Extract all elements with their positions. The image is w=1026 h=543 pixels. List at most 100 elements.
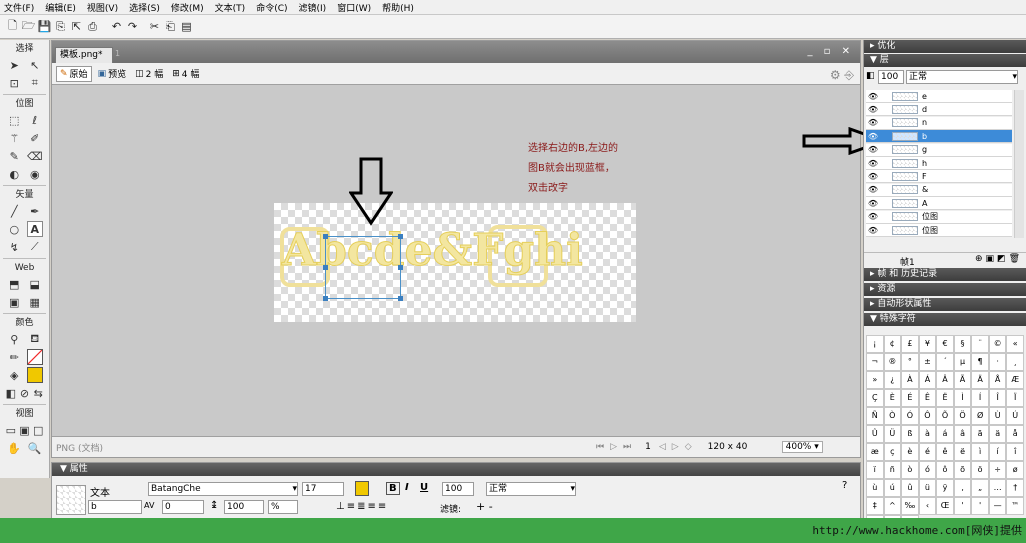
special-char-cell[interactable]: ã (971, 425, 989, 443)
bold-button[interactable]: B (386, 482, 400, 495)
special-char-cell[interactable]: § (953, 335, 972, 353)
special-char-cell[interactable]: å (1006, 425, 1024, 443)
special-char-cell[interactable]: ® (883, 353, 902, 371)
full-screen-icon[interactable]: □ (31, 422, 45, 438)
swap-colors-icon[interactable]: ⇆ (31, 385, 45, 401)
eye-icon[interactable]: 👁 (866, 199, 880, 208)
special-char-cell[interactable]: ö (971, 461, 989, 479)
layer-row[interactable]: 👁 n (866, 116, 1012, 130)
font-size-field[interactable]: 17 (302, 482, 344, 496)
special-char-cell[interactable]: Í (971, 389, 989, 407)
quick-export-icon[interactable]: ⚙ ⎆ (830, 68, 854, 83)
menu-item[interactable]: 文件(F) (4, 1, 34, 14)
leading-unit-select[interactable]: % (268, 500, 298, 514)
special-char-cell[interactable]: Â (936, 371, 954, 389)
menu-item[interactable]: 编辑(E) (45, 1, 76, 14)
special-char-cell[interactable]: ë (953, 443, 972, 461)
special-char-cell[interactable]: ß (901, 425, 919, 443)
export-icon[interactable]: ⇱ (69, 19, 84, 34)
special-char-cell[interactable]: „ (971, 479, 989, 497)
stroke-color-icon[interactable]: ✏ (6, 349, 22, 365)
special-char-cell[interactable]: Ù (988, 407, 1007, 425)
special-char-cell[interactable]: « (1006, 335, 1024, 353)
special-char-cell[interactable]: Ñ (866, 407, 884, 425)
font-family-select[interactable]: BatangChe ▾ (148, 482, 298, 496)
stroke-swatch[interactable] (26, 349, 43, 365)
add-filter-icon[interactable]: + - (476, 500, 493, 513)
special-char-cell[interactable]: Õ (936, 407, 954, 425)
special-char-cell[interactable]: ´ (936, 353, 954, 371)
print-icon[interactable]: ⎙ (85, 19, 100, 34)
save-icon[interactable]: 💾 (37, 19, 52, 34)
special-char-cell[interactable]: ì (971, 443, 989, 461)
playback-controls[interactable]: ⏮▷⏭ (596, 442, 637, 452)
special-char-cell[interactable]: ‚ (953, 479, 972, 497)
crop-icon[interactable]: ⌗ (27, 75, 43, 91)
eye-icon[interactable]: 👁 (866, 145, 880, 154)
opacity-field[interactable]: 100 (442, 482, 474, 496)
fill-swatch[interactable] (26, 367, 43, 383)
special-char-cell[interactable]: Á (918, 371, 937, 389)
special-char-cell[interactable]: Ï (1006, 389, 1024, 407)
frame-nav-controls[interactable]: ◁▷◇ (659, 442, 698, 452)
special-char-cell[interactable]: ¸ (1006, 353, 1024, 371)
special-char-cell[interactable]: ¥ (918, 335, 937, 353)
resize-handle[interactable] (323, 265, 328, 270)
eye-icon[interactable]: 👁 (866, 185, 880, 194)
eye-icon[interactable]: 👁 (866, 172, 880, 181)
hand-icon[interactable]: ✋ (6, 440, 22, 456)
lasso-icon[interactable]: ℓ (27, 112, 43, 128)
underline-button[interactable]: U (420, 482, 428, 493)
menu-item[interactable]: 命令(C) (256, 1, 287, 14)
special-char-cell[interactable]: Ò (883, 407, 902, 425)
panel-auto-shape[interactable]: ▸ 自动形状属性 (864, 298, 1026, 311)
special-char-cell[interactable]: à (918, 425, 937, 443)
layer-blend-select[interactable]: 正常 ▾ (906, 70, 1018, 84)
menu-item[interactable]: 修改(M) (171, 1, 204, 14)
special-char-cell[interactable]: ä (988, 425, 1007, 443)
special-char-cell[interactable]: ¬ (866, 353, 884, 371)
standard-screen-icon[interactable]: ▭ (4, 422, 18, 438)
special-char-cell[interactable]: · (988, 353, 1007, 371)
special-char-cell[interactable]: Å (988, 371, 1007, 389)
special-char-cell[interactable]: » (866, 371, 884, 389)
special-char-cell[interactable]: ' (971, 497, 989, 515)
special-char-cell[interactable]: ¶ (971, 353, 989, 371)
special-char-cell[interactable]: µ (953, 353, 972, 371)
resize-handle[interactable] (323, 296, 328, 301)
slice-icon[interactable]: ⬓ (27, 276, 43, 292)
properties-header[interactable]: ▼ 属性 (52, 463, 860, 476)
special-char-cell[interactable]: ‹ (918, 497, 937, 515)
redo-icon[interactable]: ↷ (125, 19, 140, 34)
special-char-cell[interactable]: í (988, 443, 1007, 461)
special-char-cell[interactable]: û (901, 479, 919, 497)
special-char-cell[interactable]: Ú (1006, 407, 1024, 425)
panel-special-chars[interactable]: ▼ 特殊字符 (864, 313, 1026, 326)
special-char-cell[interactable]: ¡ (866, 335, 884, 353)
special-char-cell[interactable]: ü (918, 479, 937, 497)
special-char-cell[interactable]: Û (866, 425, 884, 443)
special-char-cell[interactable]: ‡ (866, 497, 884, 515)
magic-wand-icon[interactable]: ⚚ (6, 130, 22, 146)
menu-item[interactable]: 文本(T) (215, 1, 246, 14)
hotspot-icon[interactable]: ⬒ (6, 276, 22, 292)
special-char-cell[interactable]: é (918, 443, 937, 461)
layer-row[interactable]: 👁 位图 (866, 224, 1012, 237)
window-controls[interactable]: _ ▫ ✕ (807, 46, 854, 57)
special-char-cell[interactable]: Ø (971, 407, 989, 425)
special-char-cell[interactable]: ÷ (988, 461, 1007, 479)
special-char-cell[interactable]: ï (866, 461, 884, 479)
resize-handle[interactable] (398, 265, 403, 270)
special-char-cell[interactable]: Ê (918, 389, 937, 407)
special-char-cell[interactable]: ‰ (901, 497, 919, 515)
tab-4up[interactable]: ⊞ 4 幅 (169, 66, 202, 82)
zoom-icon[interactable]: 🔍 (27, 440, 43, 456)
special-char-cell[interactable]: ' (953, 497, 972, 515)
special-char-cell[interactable]: æ (866, 443, 884, 461)
special-char-cell[interactable]: Ä (971, 371, 989, 389)
ellipse-icon[interactable]: ○ (6, 221, 22, 237)
special-char-cell[interactable]: î (1006, 443, 1024, 461)
special-char-cell[interactable]: ó (918, 461, 937, 479)
resize-handle[interactable] (398, 234, 403, 239)
special-char-cell[interactable]: ¢ (883, 335, 902, 353)
